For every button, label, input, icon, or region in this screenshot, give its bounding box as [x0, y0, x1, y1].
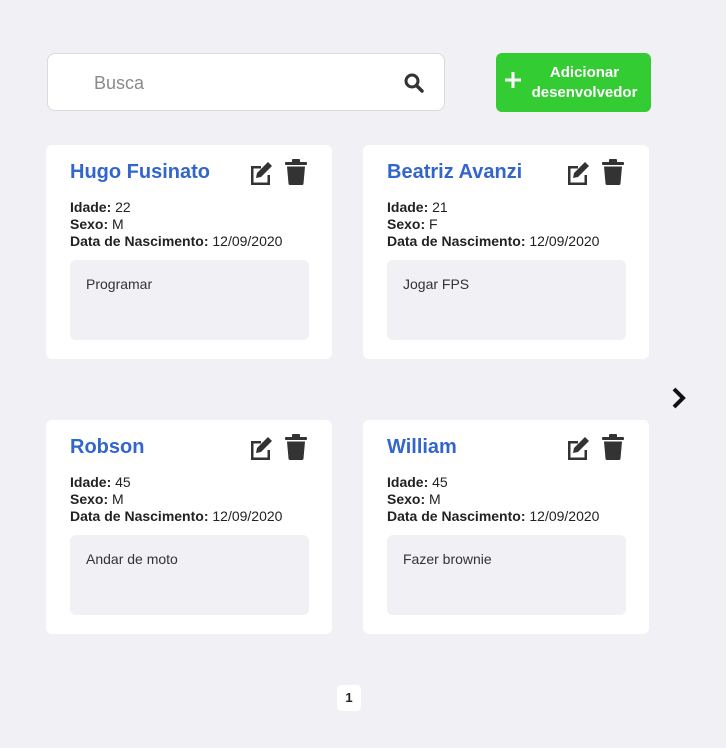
birth-row: Data de Nascimento: 12/09/2020	[387, 508, 600, 524]
search-icon[interactable]	[404, 73, 424, 93]
developer-info: Idade: 45 Sexo: M Data de Nascimento: 12…	[387, 474, 599, 525]
chevron-right-icon[interactable]	[671, 386, 687, 410]
add-developer-label: Adicionar desenvolvedor	[531, 64, 638, 101]
edit-icon[interactable]	[565, 160, 591, 186]
plus-icon	[505, 72, 521, 88]
birth-value: 12/09/2020	[529, 233, 600, 249]
age-row: Idade: 45	[387, 474, 448, 490]
developer-card: Robson Idade: 45 Sexo: M Data de Nascime…	[46, 420, 332, 634]
birth-row: Data de Nascimento: 12/09/2020	[70, 508, 283, 524]
trash-icon[interactable]	[602, 159, 624, 185]
developer-name: Beatriz Avanzi	[387, 161, 523, 183]
age-row: Idade: 22	[70, 199, 131, 215]
developer-info: Idade: 22 Sexo: M Data de Nascimento: 12…	[70, 199, 282, 250]
developer-name: William	[387, 436, 457, 458]
page-number-button[interactable]: 1	[337, 685, 361, 711]
hobby-box: Andar de moto	[70, 535, 309, 615]
sex-row: Sexo: M	[70, 216, 124, 232]
sex-value: F	[429, 216, 438, 232]
sex-value: M	[112, 216, 124, 232]
developer-info: Idade: 21 Sexo: F Data de Nascimento: 12…	[387, 199, 599, 250]
hobby-box: Programar	[70, 260, 309, 340]
search-box	[47, 53, 445, 112]
trash-icon[interactable]	[285, 434, 307, 460]
age-row: Idade: 21	[387, 199, 448, 215]
sex-value: M	[429, 491, 441, 507]
developer-info: Idade: 45 Sexo: M Data de Nascimento: 12…	[70, 474, 282, 525]
sex-row: Sexo: M	[70, 491, 124, 507]
sex-row: Sexo: F	[387, 216, 438, 232]
edit-icon[interactable]	[248, 160, 274, 186]
age-value: 21	[432, 199, 448, 215]
birth-row: Data de Nascimento: 12/09/2020	[387, 233, 600, 249]
trash-icon[interactable]	[285, 159, 307, 185]
birth-value: 12/09/2020	[212, 508, 283, 524]
developer-card: Hugo Fusinato Idade: 22 Sexo: M Data de …	[46, 145, 332, 359]
developer-name: Robson	[70, 436, 145, 458]
age-value: 45	[115, 474, 131, 490]
age-value: 45	[432, 474, 448, 490]
trash-icon[interactable]	[602, 434, 624, 460]
developer-name: Hugo Fusinato	[70, 161, 210, 183]
hobby-box: Jogar FPS	[387, 260, 626, 340]
age-value: 22	[115, 199, 131, 215]
age-row: Idade: 45	[70, 474, 131, 490]
developer-card: Beatriz Avanzi Idade: 21 Sexo: F Data de…	[363, 145, 649, 359]
add-developer-button[interactable]: Adicionar desenvolvedor	[496, 53, 651, 112]
sex-value: M	[112, 491, 124, 507]
search-input[interactable]	[92, 54, 396, 112]
birth-value: 12/09/2020	[529, 508, 600, 524]
birth-row: Data de Nascimento: 12/09/2020	[70, 233, 283, 249]
developer-card: William Idade: 45 Sexo: M Data de Nascim…	[363, 420, 649, 634]
sex-row: Sexo: M	[387, 491, 441, 507]
hobby-box: Fazer brownie	[387, 535, 626, 615]
birth-value: 12/09/2020	[212, 233, 283, 249]
edit-icon[interactable]	[565, 435, 591, 461]
edit-icon[interactable]	[248, 435, 274, 461]
